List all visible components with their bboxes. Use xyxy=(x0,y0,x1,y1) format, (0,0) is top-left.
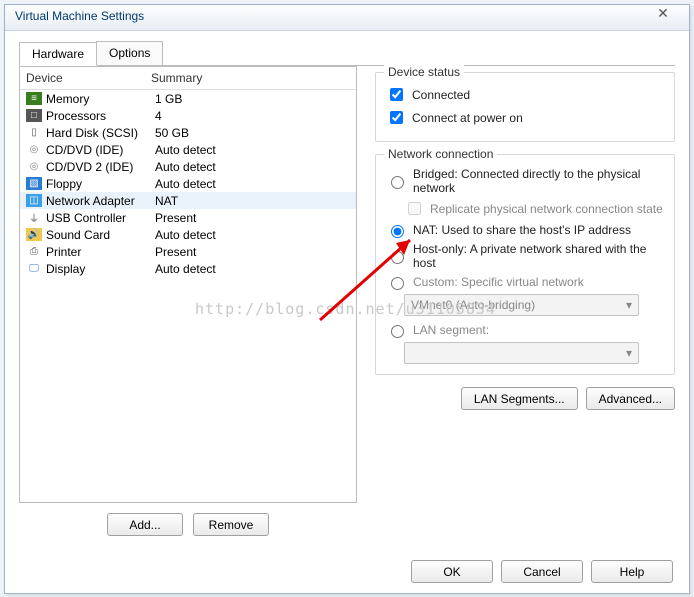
device-memory[interactable]: ≡Memory1 GB xyxy=(20,90,356,107)
device-printer[interactable]: ⎙PrinterPresent xyxy=(20,243,356,260)
add-button[interactable]: Add... xyxy=(107,513,183,536)
device-usb[interactable]: ⏚USB ControllerPresent xyxy=(20,209,356,226)
connected-checkbox[interactable]: Connected xyxy=(386,85,664,104)
lansegment-dropdown: ▾ xyxy=(404,342,639,364)
device-cd2[interactable]: ◎CD/DVD 2 (IDE)Auto detect xyxy=(20,158,356,175)
chevron-down-icon: ▾ xyxy=(626,346,632,360)
window-title: Virtual Machine Settings xyxy=(15,9,144,23)
device-floppy[interactable]: ▧FloppyAuto detect xyxy=(20,175,356,192)
help-button[interactable]: Help xyxy=(591,560,673,583)
vm-settings-dialog: Virtual Machine Settings ✕ Hardware Opti… xyxy=(4,4,690,594)
tab-options[interactable]: Options xyxy=(96,41,163,65)
radio-hostonly[interactable]: Host-only: A private network shared with… xyxy=(386,242,664,270)
radio-custom[interactable]: Custom: Specific virtual network xyxy=(386,274,664,290)
monitor-icon: 🖵 xyxy=(26,262,42,275)
connect-poweron-checkbox[interactable]: Connect at power on xyxy=(386,108,664,127)
harddrive-icon: ▯ xyxy=(26,126,42,139)
radio-bridged[interactable]: Bridged: Connected directly to the physi… xyxy=(386,167,664,195)
device-processors[interactable]: □Processors4 xyxy=(20,107,356,124)
memory-icon: ≡ xyxy=(26,92,42,105)
remove-button[interactable]: Remove xyxy=(193,513,269,536)
chevron-down-icon: ▾ xyxy=(626,298,632,312)
disc-icon: ◎ xyxy=(26,160,42,173)
lan-segments-button[interactable]: LAN Segments... xyxy=(461,387,578,410)
device-table: Device Summary ≡Memory1 GB □Processors4 … xyxy=(19,66,357,503)
disc-icon: ◎ xyxy=(26,143,42,156)
cancel-button[interactable]: Cancel xyxy=(501,560,583,583)
title-bar: Virtual Machine Settings ✕ xyxy=(5,5,689,31)
radio-nat[interactable]: NAT: Used to share the host's IP address xyxy=(386,222,664,238)
watermark-text: http://blog.csdn.net/u31105834 xyxy=(195,300,496,318)
tab-strip: Hardware Options xyxy=(19,41,675,66)
usb-icon: ⏚ xyxy=(26,211,42,224)
table-header: Device Summary xyxy=(20,67,356,90)
dialog-footer: OK Cancel Help xyxy=(411,560,673,583)
device-status-title: Device status xyxy=(384,65,464,79)
network-icon: ◫ xyxy=(26,194,42,207)
device-network-adapter[interactable]: ◫Network AdapterNAT xyxy=(20,192,356,209)
advanced-button[interactable]: Advanced... xyxy=(586,387,675,410)
close-icon[interactable]: ✕ xyxy=(645,5,681,23)
device-display[interactable]: 🖵DisplayAuto detect xyxy=(20,260,356,277)
device-status-group: Device status Connected Connect at power… xyxy=(375,72,675,142)
device-sound[interactable]: 🔊Sound CardAuto detect xyxy=(20,226,356,243)
ok-button[interactable]: OK xyxy=(411,560,493,583)
replicate-checkbox: Replicate physical network connection st… xyxy=(404,199,664,218)
speaker-icon: 🔊 xyxy=(26,228,42,241)
cpu-icon: □ xyxy=(26,109,42,122)
device-cd1[interactable]: ◎CD/DVD (IDE)Auto detect xyxy=(20,141,356,158)
floppy-icon: ▧ xyxy=(26,177,42,190)
col-summary[interactable]: Summary xyxy=(151,71,350,85)
device-harddisk[interactable]: ▯Hard Disk (SCSI)50 GB xyxy=(20,124,356,141)
col-device[interactable]: Device xyxy=(26,71,151,85)
radio-lansegment[interactable]: LAN segment: xyxy=(386,322,664,338)
network-connection-title: Network connection xyxy=(384,147,497,161)
network-connection-group: Network connection Bridged: Connected di… xyxy=(375,154,675,375)
printer-icon: ⎙ xyxy=(26,245,42,258)
tab-hardware[interactable]: Hardware xyxy=(19,42,97,66)
